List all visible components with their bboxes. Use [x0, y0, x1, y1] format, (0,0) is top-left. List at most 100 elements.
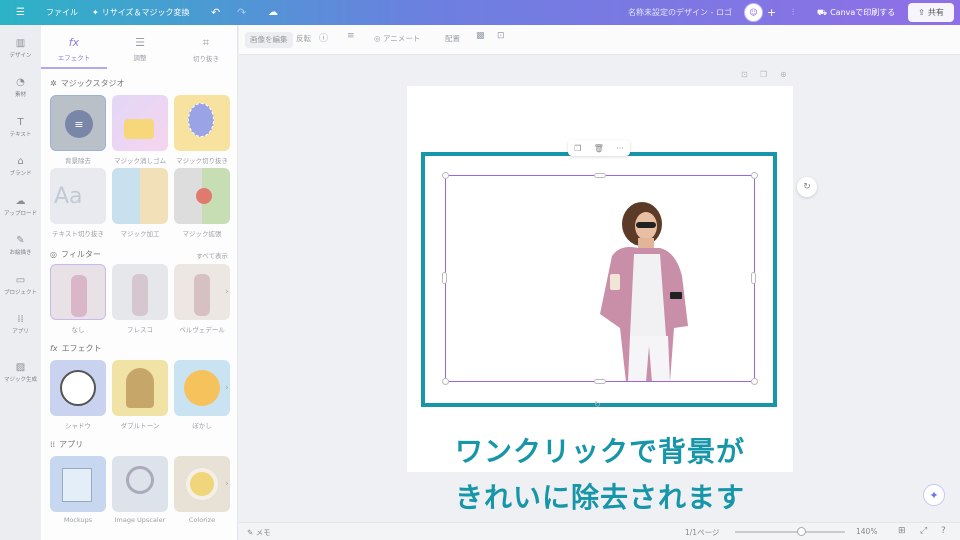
rail-item-brand[interactable]: ⌂ ブランド: [0, 156, 41, 177]
rail-item-text[interactable]: T テキスト: [0, 117, 41, 138]
chevron-right-icon[interactable]: ›: [225, 287, 229, 297]
effect-blur[interactable]: [174, 360, 230, 416]
grid-view-icon[interactable]: ⊞: [898, 526, 906, 536]
rotate-handle-icon[interactable]: ↻: [594, 400, 601, 409]
rail-item-uploads[interactable]: ☁ アップロード: [0, 196, 41, 217]
tab-effects[interactable]: fx エフェクト: [41, 25, 107, 69]
magic-assistant-icon[interactable]: ✦: [923, 484, 945, 506]
tile-magic-expand[interactable]: [174, 168, 230, 224]
add-people-icon[interactable]: +: [767, 0, 776, 25]
redo-icon[interactable]: ↷: [237, 0, 246, 25]
transparency-icon[interactable]: ▩: [476, 31, 485, 41]
rail-item-magic-media[interactable]: ▨ マジック生成: [0, 362, 41, 383]
resize-handle-tl[interactable]: [442, 172, 449, 179]
tile-label: 背景除去: [65, 157, 91, 165]
document-title[interactable]: 名称未設定のデザイン - ロゴ: [628, 0, 732, 25]
rail-item-projects[interactable]: ▭ プロジェクト: [0, 275, 41, 296]
floating-toolbar: ❐ 🗑 ···: [568, 140, 630, 156]
filter-fresco[interactable]: [112, 264, 168, 320]
chevron-right-icon[interactable]: ›: [225, 479, 229, 489]
draw-icon: ✎: [16, 235, 25, 246]
filter-belvedere[interactable]: [174, 264, 230, 320]
tile-label: Image Upscaler: [114, 516, 166, 524]
resize-handle-bottom[interactable]: [594, 379, 606, 384]
more-icon[interactable]: ···: [616, 144, 624, 153]
tile-label: マジック加工: [120, 230, 160, 238]
rail-label: プロジェクト: [3, 290, 37, 296]
comment-icon[interactable]: ↻: [797, 177, 817, 197]
edit-image-button[interactable]: 画像を編集: [245, 32, 293, 48]
apps-icon: ⁞⁞: [17, 314, 24, 325]
add-page-icon[interactable]: ⊕: [780, 70, 787, 79]
tile-label: なし: [71, 326, 85, 334]
tab-crop[interactable]: ⌗ 切り抜き: [173, 25, 239, 69]
border-style-icon[interactable]: ≡: [347, 31, 355, 41]
app-image-upscaler[interactable]: [112, 456, 168, 512]
resize-handle-tr[interactable]: [751, 172, 758, 179]
zoom-slider[interactable]: [735, 527, 845, 536]
position-button[interactable]: 配置: [445, 33, 460, 44]
tab-adjust[interactable]: ☰ 調整: [107, 25, 173, 69]
zoom-slider-knob[interactable]: [797, 527, 806, 536]
duplicate-page-icon[interactable]: ❐: [760, 70, 767, 79]
side-panel: fx エフェクト ☰ 調整 ⌗ 切り抜き ✲ マジックスタジオ ≡ 背景除去 マジック消…: [41, 25, 238, 540]
resize-handle-right[interactable]: [751, 272, 756, 284]
rail-item-design[interactable]: ▥ デザイン: [0, 38, 41, 59]
upload-icon: ☁: [15, 196, 26, 207]
filter-none[interactable]: [50, 264, 106, 320]
undo-icon[interactable]: ↶: [211, 0, 220, 25]
animate-label: アニメート: [382, 34, 421, 43]
help-icon[interactable]: ?: [941, 526, 946, 536]
rail-item-elements[interactable]: ◔ 素材: [0, 77, 41, 98]
cloud-save-icon[interactable]: ☁: [268, 0, 278, 25]
duplicate-icon[interactable]: ❐: [574, 144, 581, 153]
hamburger-icon[interactable]: ☰: [16, 0, 25, 25]
resize-menu[interactable]: ✦ リサイズ＆マジック変換: [92, 0, 189, 25]
resize-handle-top[interactable]: [594, 173, 606, 178]
tile-magic-edit[interactable]: [112, 168, 168, 224]
eraser-art: [124, 119, 154, 139]
analytics-icon[interactable]: ⫶: [792, 0, 794, 25]
app-colorize[interactable]: [174, 456, 230, 512]
caption-line-1: ワンクリックで背景が: [454, 435, 745, 468]
share-button[interactable]: ⇪ 共有: [908, 3, 954, 22]
bottom-bar: ✎ メモ 1/1ページ 140% ⊞ ⤢ ?: [239, 522, 960, 540]
notes-button[interactable]: ✎ メモ: [247, 527, 271, 538]
rail-item-draw[interactable]: ✎ お絵描き: [0, 235, 41, 256]
app-mockups[interactable]: [50, 456, 106, 512]
tab-label: エフェクト: [57, 54, 91, 62]
lock-icon[interactable]: ⊡: [497, 31, 505, 41]
avatar[interactable]: ☺: [744, 3, 763, 22]
trash-icon[interactable]: 🗑: [594, 144, 604, 153]
resize-handle-bl[interactable]: [442, 378, 449, 385]
zoom-level[interactable]: 140%: [856, 527, 877, 536]
chevron-right-icon[interactable]: ›: [225, 383, 229, 393]
page-indicator[interactable]: 1/1ページ: [685, 527, 719, 538]
resize-handle-left[interactable]: [442, 272, 447, 284]
tile-label: マジック切り抜き: [176, 157, 228, 165]
flip-button[interactable]: 反転: [296, 33, 311, 44]
info-icon[interactable]: ⓘ: [319, 31, 328, 44]
rail-label: デザイン: [9, 53, 32, 59]
image-selection[interactable]: [445, 175, 755, 382]
rail-item-apps[interactable]: ⁞⁞ アプリ: [0, 314, 41, 335]
animate-button[interactable]: ◎ アニメート: [374, 33, 420, 44]
tile-bg-remover[interactable]: ≡: [50, 95, 106, 151]
filters-see-all[interactable]: すべて表示: [196, 250, 228, 260]
panel-tabs: fx エフェクト ☰ 調整 ⌗ 切り抜き: [41, 25, 238, 69]
resize-handle-br[interactable]: [751, 378, 758, 385]
fullscreen-icon[interactable]: ⤢: [920, 526, 927, 536]
lock-page-icon[interactable]: ⊡: [741, 70, 748, 79]
effects-heading: fx エフェクト: [50, 343, 102, 354]
tab-label: 調整: [133, 54, 147, 62]
tile-label: マジック消しゴム: [114, 157, 166, 165]
file-menu[interactable]: ファイル: [46, 0, 78, 25]
tile-text-cutout[interactable]: Aa: [50, 168, 106, 224]
tile-label: ベルヴェデール: [179, 326, 225, 334]
effect-duotone[interactable]: [112, 360, 168, 416]
magic-icon: ✦: [92, 8, 99, 17]
tile-magic-eraser[interactable]: [112, 95, 168, 151]
print-button[interactable]: ⛟ Canvaで印刷する: [817, 0, 895, 25]
effect-shadow[interactable]: [50, 360, 106, 416]
tile-magic-grab[interactable]: [174, 95, 230, 151]
